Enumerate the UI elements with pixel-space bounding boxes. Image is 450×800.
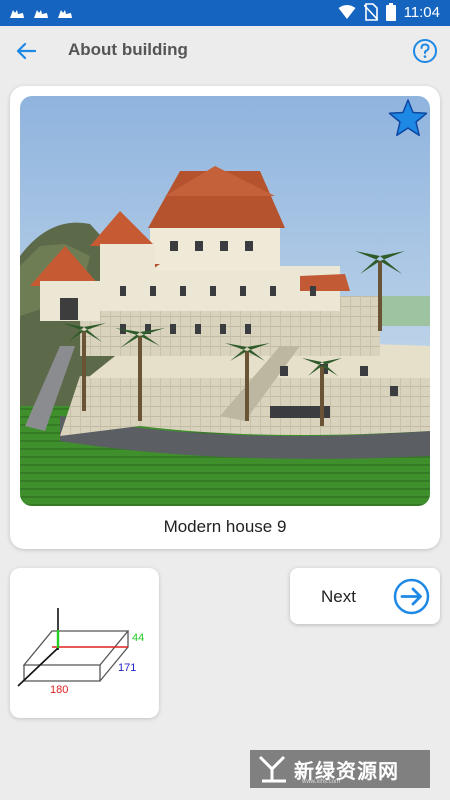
back-button[interactable] [12, 38, 40, 64]
battery-icon [385, 3, 396, 21]
building-name: Modern house 9 [163, 517, 287, 536]
help-button[interactable] [412, 38, 438, 64]
building-card: Modern house 9 [10, 86, 440, 549]
box-diagram [22, 630, 130, 682]
building-image [20, 96, 430, 506]
arrow-back-icon [16, 42, 36, 60]
arrow-right-circle-icon [393, 578, 430, 615]
cat-notification-icon [34, 10, 48, 18]
notification-icons [8, 4, 74, 22]
favorite-button[interactable] [388, 98, 428, 138]
page-title: About building [68, 40, 188, 59]
star-icon [388, 99, 428, 137]
status-bar: 11:04 [0, 0, 450, 26]
next-button[interactable]: Next [290, 568, 440, 624]
depth-label: 171 [118, 662, 136, 674]
dimensions-card: 44 171 180 [10, 568, 159, 718]
wifi-icon [338, 5, 356, 19]
width-label: 180 [50, 684, 68, 696]
app-bar: About building [0, 26, 450, 76]
logo-icon [258, 755, 286, 783]
watermark: 新绿资源网 www.xlhs.com [250, 750, 430, 788]
height-label: 44 [132, 632, 144, 644]
next-label: Next [321, 587, 356, 606]
watermark-url: www.xlhs.com [302, 779, 341, 785]
status-time: 11:04 [403, 3, 440, 21]
help-circle-icon [413, 39, 437, 63]
no-sim-icon [363, 3, 378, 21]
cat-notification-icon [10, 10, 24, 18]
cat-notification-icon [58, 10, 72, 18]
